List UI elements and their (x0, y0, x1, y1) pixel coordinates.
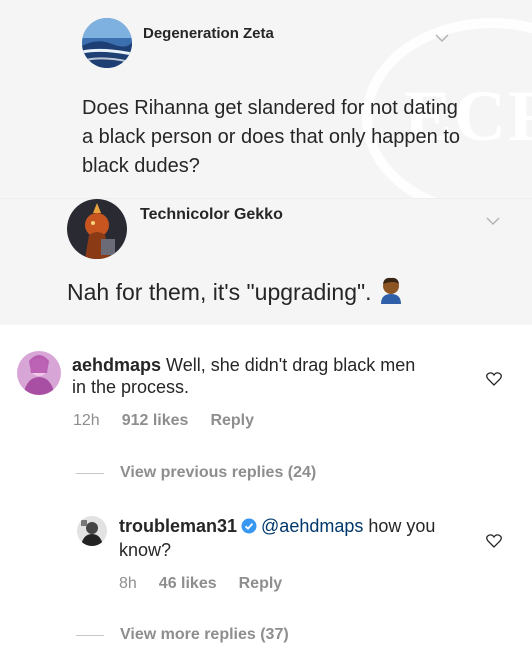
mention-link[interactable]: @aehdmaps (261, 516, 363, 536)
verified-badge-icon (241, 517, 257, 539)
comment-text: troubleman31 @aehdmaps how you know? (119, 515, 449, 561)
tweet-card-1: ECR Degeneration Zeta Does Rihanna get s… (0, 0, 532, 198)
tweet-text: Does Rihanna get slandered for not datin… (82, 97, 461, 177)
comment-time: 8h (119, 575, 137, 592)
username[interactable]: Degeneration Zeta (143, 25, 274, 42)
comment-username[interactable]: aehdmaps (72, 355, 161, 375)
avatar[interactable] (67, 199, 127, 259)
divider (76, 473, 104, 474)
tweet-card-2: Technicolor Gekko Nah for them, it's "up… (0, 198, 532, 325)
view-previous-replies[interactable]: View previous replies (24) (120, 464, 316, 482)
divider (76, 635, 104, 636)
chevron-down-icon[interactable] (435, 30, 449, 48)
comment-meta: 12h 912 likes Reply (73, 412, 276, 430)
comment-likes[interactable]: 46 likes (159, 575, 217, 592)
heart-icon[interactable] (486, 534, 502, 553)
chevron-down-icon[interactable] (486, 213, 500, 231)
comment-text: aehdmaps Well, she didn't drag black men… (72, 354, 432, 398)
avatar[interactable] (77, 516, 107, 546)
tweet-text-body: Nah for them, it's "upgrading". (67, 279, 372, 305)
avatar[interactable] (82, 18, 132, 68)
comment-time: 12h (73, 412, 100, 429)
username[interactable]: Technicolor Gekko (140, 206, 283, 224)
heart-icon[interactable] (486, 372, 502, 391)
comment-meta: 8h 46 likes Reply (119, 575, 304, 593)
avatar[interactable] (17, 351, 61, 395)
tweet-text: Nah for them, it's "upgrading". (67, 276, 404, 310)
man-emoji-icon (378, 276, 404, 310)
comment-likes[interactable]: 912 likes (122, 412, 189, 429)
reply-button[interactable]: Reply (239, 575, 283, 592)
view-more-replies[interactable]: View more replies (37) (120, 626, 289, 644)
reply-button[interactable]: Reply (210, 412, 254, 429)
comment-username[interactable]: troubleman31 (119, 516, 237, 536)
